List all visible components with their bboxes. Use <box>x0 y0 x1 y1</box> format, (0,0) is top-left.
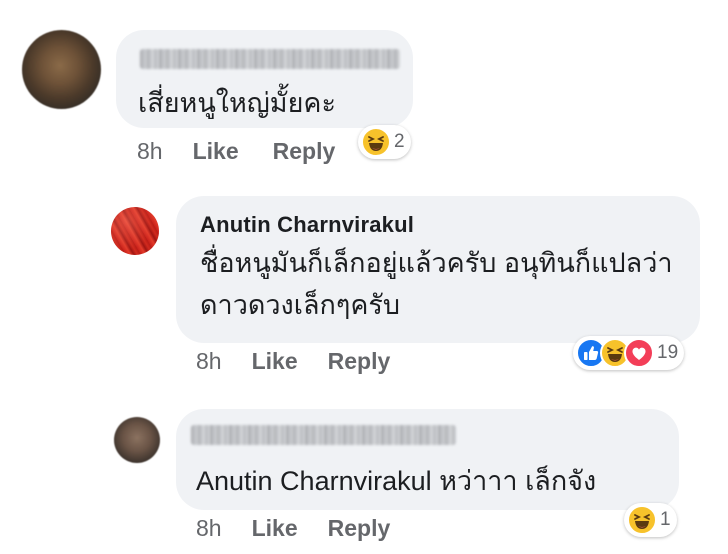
commenter-avatar[interactable] <box>111 207 159 255</box>
reply-button[interactable]: Reply <box>328 515 391 542</box>
reaction-summary[interactable]: 19 <box>573 336 685 370</box>
like-button[interactable]: Like <box>193 138 239 165</box>
comment-text: Anutin Charnvirakul หว่าาา เล็กจัง <box>196 466 597 496</box>
comment-timestamp[interactable]: 8h <box>196 348 222 375</box>
comment-timestamp[interactable]: 8h <box>196 515 222 542</box>
commenter-name[interactable]: Anutin Charnvirakul <box>200 212 414 238</box>
comment-actions: 8h Like Reply <box>196 515 420 542</box>
like-button[interactable]: Like <box>252 348 298 375</box>
reaction-count: 19 <box>657 342 679 363</box>
reply-button[interactable]: Reply <box>273 138 336 165</box>
comment-actions: 8h Like Reply <box>196 348 420 375</box>
reply-button[interactable]: Reply <box>328 348 391 375</box>
reaction-count: 2 <box>394 131 405 152</box>
like-button[interactable]: Like <box>252 515 298 542</box>
haha-icon <box>627 505 657 535</box>
comment-text: เสี่ยหนูใหญ่มั้ยคะ <box>138 88 336 118</box>
commenter-avatar[interactable] <box>114 417 160 463</box>
haha-icon <box>361 127 391 157</box>
comment-timestamp[interactable]: 8h <box>137 138 163 165</box>
commenter-name-blurred[interactable] <box>140 49 400 69</box>
love-icon <box>624 338 654 368</box>
commenter-avatar[interactable] <box>22 30 101 109</box>
commenter-name-blurred[interactable] <box>191 425 456 445</box>
comment-actions: 8h Like Reply <box>137 138 365 165</box>
comment-text: ชื่อหนูมันก็เล็กอยู่แล้วครับ อนุทินก็แปล… <box>200 248 673 320</box>
reaction-summary[interactable]: 2 <box>358 125 411 159</box>
reaction-count: 1 <box>660 509 671 530</box>
reaction-summary[interactable]: 1 <box>624 503 677 537</box>
